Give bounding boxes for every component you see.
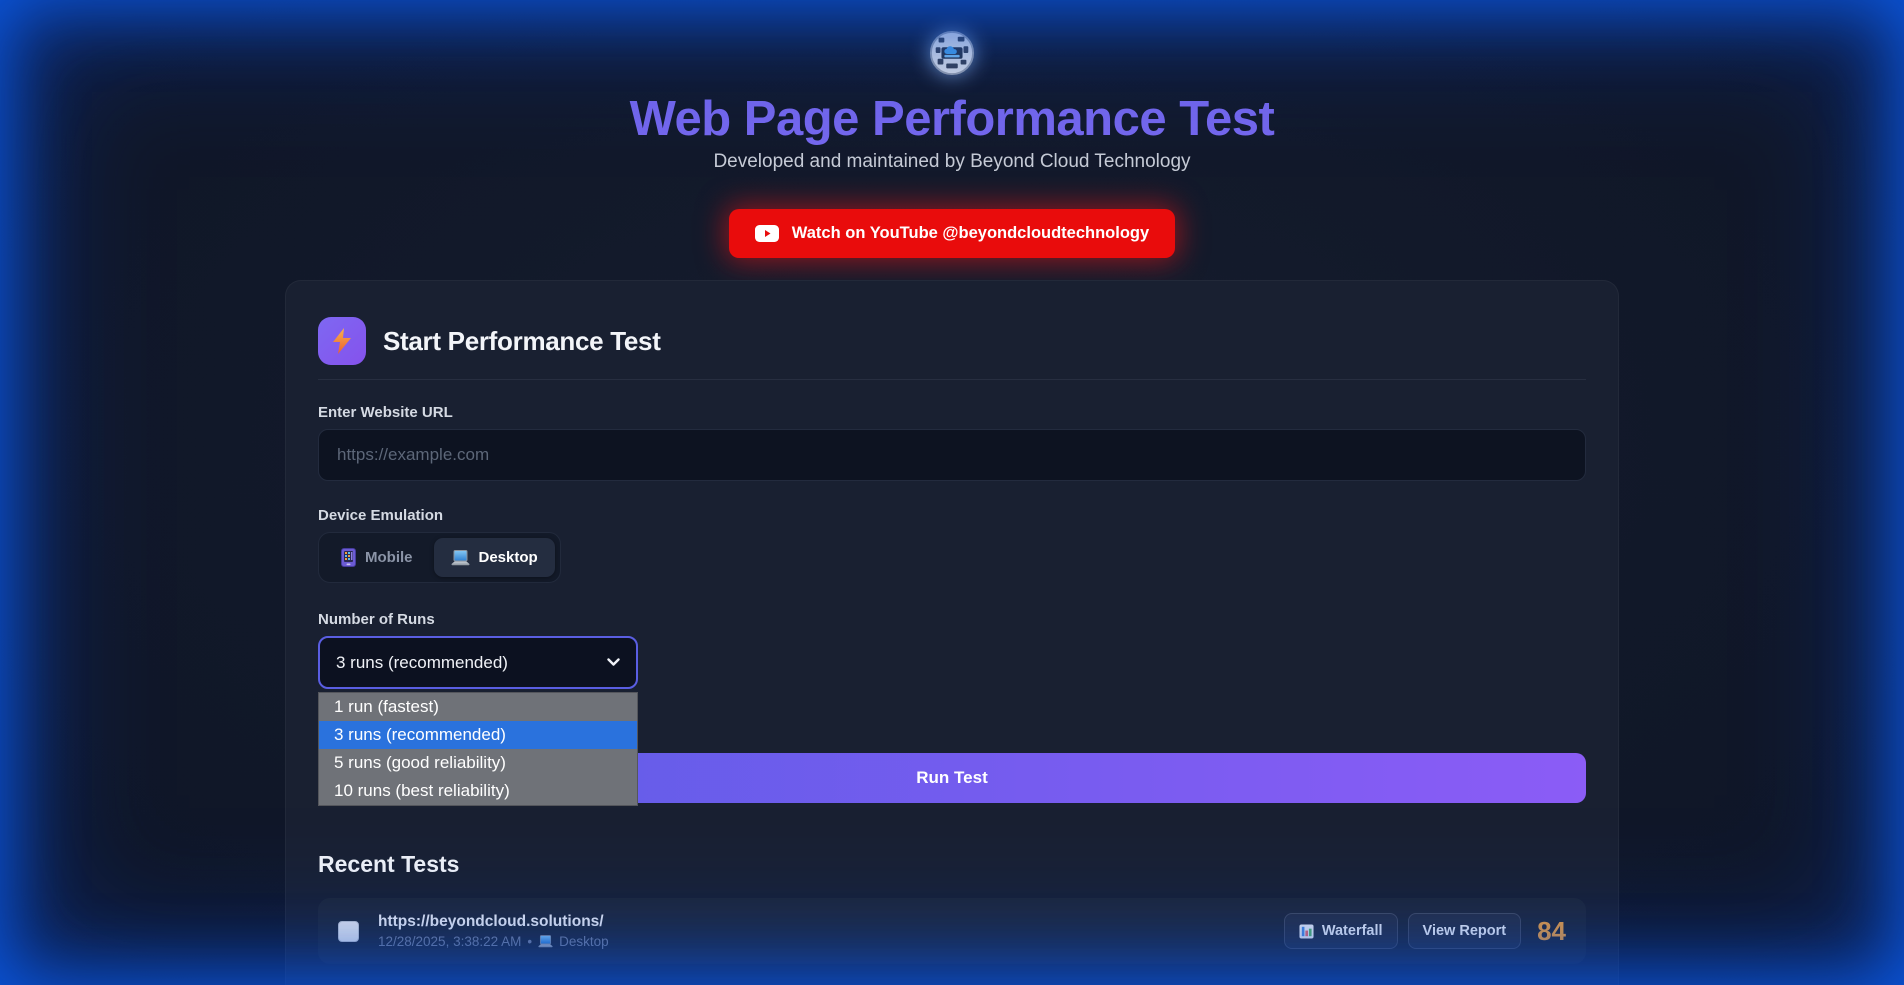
youtube-button[interactable]: Watch on YouTube @beyondcloudtechnology: [729, 209, 1175, 258]
test-row-checkbox[interactable]: [338, 921, 359, 942]
test-meta: 12/28/2025, 3:38:22 AM • Desktop: [378, 934, 609, 949]
youtube-button-label: Watch on YouTube @beyondcloudtechnology: [792, 224, 1149, 243]
view-report-button[interactable]: View Report: [1408, 913, 1522, 949]
runs-label: Number of Runs: [318, 611, 1586, 628]
test-device: Desktop: [559, 934, 609, 949]
meta-separator: •: [527, 934, 532, 949]
beyond-cloud-logo-icon: [929, 30, 975, 76]
bolt-icon-badge: [318, 317, 366, 365]
toggle-desktop-label: Desktop: [479, 549, 538, 566]
card-header: Start Performance Test: [318, 317, 1586, 365]
waterfall-button-label: Waterfall: [1322, 923, 1383, 939]
laptop-icon: [451, 550, 470, 566]
device-label: Device Emulation: [318, 507, 1586, 524]
start-test-card: Start Performance Test Enter Website URL…: [285, 280, 1619, 985]
recent-test-row: https://beyondcloud.solutions/ 12/28/202…: [318, 898, 1586, 964]
url-label: Enter Website URL: [318, 404, 1586, 421]
chevron-down-icon: [607, 658, 620, 667]
runs-select-value: 3 runs (recommended): [336, 653, 508, 673]
dropdown-option-3-runs[interactable]: 3 runs (recommended): [319, 721, 637, 749]
dropdown-option-10-runs[interactable]: 10 runs (best reliability): [319, 777, 637, 805]
performance-score: 84: [1537, 916, 1566, 947]
runs-select-wrap: 3 runs (recommended) 1 run (fastest) 3 r…: [318, 636, 638, 689]
laptop-icon: [538, 935, 553, 948]
url-input[interactable]: [318, 429, 1586, 481]
dropdown-option-1-run[interactable]: 1 run (fastest): [319, 693, 637, 721]
test-url: https://beyondcloud.solutions/: [378, 913, 609, 931]
toggle-mobile-label: Mobile: [365, 549, 413, 566]
device-toggle-group: Mobile Desktop: [318, 532, 561, 583]
bar-chart-icon: [1299, 924, 1314, 939]
view-report-button-label: View Report: [1423, 923, 1507, 939]
runs-select[interactable]: 3 runs (recommended): [318, 636, 638, 689]
dropdown-option-5-runs[interactable]: 5 runs (good reliability): [319, 749, 637, 777]
card-heading: Start Performance Test: [383, 326, 661, 357]
header-divider: [318, 379, 1586, 380]
page-subtitle: Developed and maintained by Beyond Cloud…: [0, 151, 1904, 173]
runs-dropdown: 1 run (fastest) 3 runs (recommended) 5 r…: [318, 692, 638, 806]
page-title: Web Page Performance Test: [0, 91, 1904, 147]
toggle-mobile-button[interactable]: Mobile: [324, 538, 430, 577]
mobile-phone-icon: [341, 548, 356, 567]
toggle-desktop-button[interactable]: Desktop: [434, 538, 555, 577]
youtube-play-icon: [755, 225, 779, 242]
lightning-bolt-icon: [331, 328, 353, 354]
test-timestamp: 12/28/2025, 3:38:22 AM: [378, 934, 521, 949]
recent-tests-heading: Recent Tests: [318, 851, 1586, 878]
waterfall-button[interactable]: Waterfall: [1284, 913, 1398, 949]
test-info: https://beyondcloud.solutions/ 12/28/202…: [378, 913, 609, 949]
hero-section: Web Page Performance Test Developed and …: [0, 0, 1904, 258]
